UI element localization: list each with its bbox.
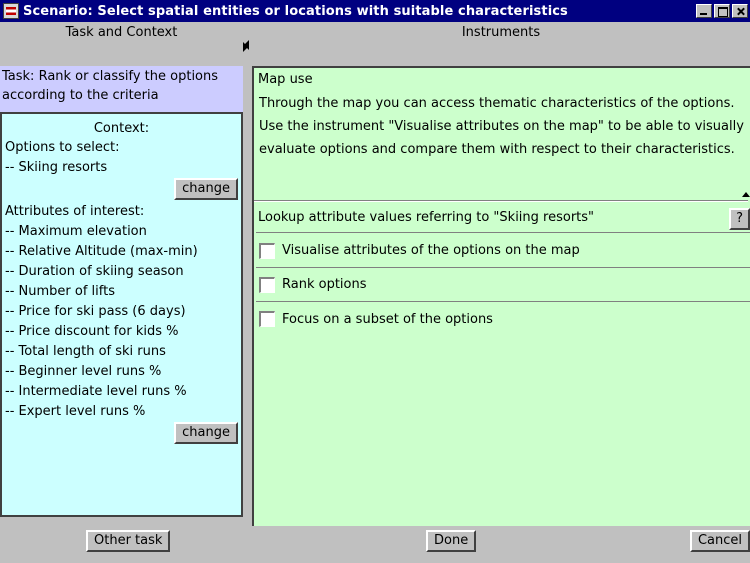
context-panel: Context: Options to select: -- Skiing re… <box>0 112 243 517</box>
context-title: Context: <box>93 121 150 136</box>
attribute-item: -- Maximum elevation <box>5 224 147 239</box>
task-description: Task: Rank or classify the options accor… <box>0 66 243 112</box>
attribute-item: -- Price discount for kids % <box>5 324 179 339</box>
attribute-item: -- Beginner level runs % <box>5 364 162 379</box>
cancel-button[interactable]: Cancel <box>689 530 750 552</box>
other-task-button[interactable]: Other task <box>86 530 171 552</box>
instrument-option-rank[interactable]: Rank options <box>256 268 750 302</box>
window-controls <box>696 4 748 18</box>
done-button[interactable]: Done <box>426 530 477 552</box>
collapse-right-icon[interactable] <box>243 42 248 52</box>
attribute-item: -- Relative Altitude (max-min) <box>5 244 198 259</box>
map-use-description: Through the map you can access thematic … <box>259 96 744 157</box>
title-bar: Scenario: Select spatial entities or loc… <box>0 0 750 22</box>
lookup-attributes-row[interactable]: Lookup attribute values referring to "Sk… <box>256 203 750 233</box>
application-icon[interactable] <box>3 3 19 19</box>
pane-splitter[interactable] <box>243 22 252 563</box>
change-attributes-button[interactable]: change <box>174 422 238 444</box>
map-use-title: Map use <box>258 72 313 87</box>
attributes-label: Attributes of interest: <box>5 204 145 219</box>
attribute-item: -- Intermediate level runs % <box>5 384 187 399</box>
instruments-panel: Map use Through the map you can access t… <box>252 66 750 526</box>
close-icon[interactable] <box>732 4 748 18</box>
options-label: Options to select: <box>5 140 120 155</box>
checkbox[interactable] <box>259 276 275 293</box>
instruments-header: Instruments <box>461 25 541 40</box>
instruments-pane: Instruments Map use Through the map you … <box>252 22 750 563</box>
attribute-item: -- Price for ski pass (6 days) <box>5 304 186 319</box>
attribute-item: -- Duration of skiing season <box>5 264 184 279</box>
option-label[interactable]: Rank options <box>282 277 367 292</box>
checkbox[interactable] <box>259 311 275 327</box>
maximize-icon[interactable] <box>714 4 730 18</box>
lookup-attributes-label[interactable]: Lookup attribute values referring to "Sk… <box>258 210 594 225</box>
instrument-option-visualise[interactable]: Visualise attributes of the options on t… <box>256 234 750 268</box>
attribute-item: -- Number of lifts <box>5 284 115 299</box>
scroll-up-icon[interactable] <box>742 192 750 197</box>
attribute-item: -- Total length of ski runs <box>5 344 166 359</box>
option-label[interactable]: Visualise attributes of the options on t… <box>282 243 580 258</box>
window-title: Scenario: Select spatial entities or loc… <box>23 3 568 19</box>
task-context-header: Task and Context <box>65 25 178 40</box>
option-item: -- Skiing resorts <box>5 160 108 175</box>
divider <box>254 200 748 202</box>
option-label[interactable]: Focus on a subset of the options <box>282 312 493 327</box>
minimize-icon[interactable] <box>696 4 712 18</box>
help-button[interactable]: ? <box>729 208 750 230</box>
task-and-context-pane: Task and Context Task: Rank or classify … <box>0 22 243 563</box>
map-use-section: Map use Through the map you can access t… <box>256 68 750 200</box>
instrument-option-focus[interactable]: Focus on a subset of the options <box>256 302 750 336</box>
checkbox[interactable] <box>259 242 275 259</box>
change-options-button[interactable]: change <box>174 178 238 200</box>
attribute-item: -- Expert level runs % <box>5 404 146 419</box>
